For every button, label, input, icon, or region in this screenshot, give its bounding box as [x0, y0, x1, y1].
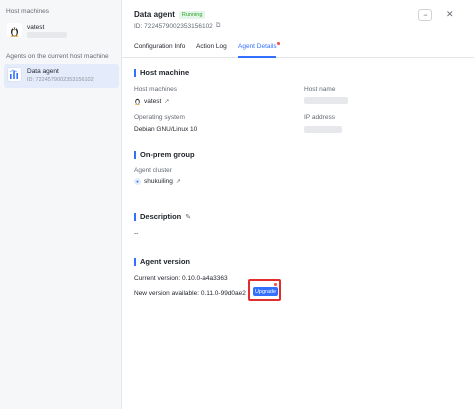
ip-value-blurred [304, 126, 342, 133]
host-name-label: Host name [304, 86, 336, 93]
tab-notification-dot [277, 42, 280, 45]
sidebar-item-agent-name: Data agent [27, 68, 59, 75]
agent-detail-panel: Data agent Running ID: 72245790023531561… [122, 0, 474, 409]
page-title-row: Data agent Running [134, 10, 206, 19]
host-machines-label: Host machines [134, 86, 177, 93]
external-link-icon[interactable]: ↗ [164, 98, 169, 105]
sidebar-item-host-name: vatest [27, 24, 45, 31]
os-label: Operating system [134, 114, 185, 121]
section-marker [134, 68, 136, 77]
section-marker [134, 212, 136, 221]
close-icon[interactable]: ✕ [446, 9, 454, 20]
copy-icon[interactable]: ⧉ [216, 22, 221, 30]
tab-bar: Configuration Info Action Log Agent Deta… [122, 40, 474, 58]
upgrade-button[interactable]: Upgrade [253, 287, 278, 296]
description-section-title: Description ✎ [134, 212, 191, 221]
tab-action-log[interactable]: Action Log [196, 43, 227, 50]
agent-id: ID: 7224579002353156102 [134, 22, 213, 30]
external-link-icon[interactable]: ↗ [176, 178, 181, 185]
upgrade-highlight: Upgrade [248, 279, 281, 301]
sidebar: Host machines vatest Agents on the curre… [0, 0, 122, 409]
active-tab-indicator [238, 56, 276, 58]
linux-icon [7, 23, 22, 38]
description-title-text: Description [140, 212, 182, 221]
sidebar-item-host-text: vatest [27, 23, 67, 42]
new-version: New version available: 0.11.0-99d0ae2 [134, 290, 246, 297]
current-version: Current version: 0.10.0-a4a3363 [134, 275, 228, 282]
onprem-title-text: On-prem group [140, 150, 195, 159]
app-root: Host machines vatest Agents on the curre… [0, 0, 474, 409]
host-machines-section-title: Host machines [6, 8, 49, 15]
edit-icon[interactable]: ✎ [185, 213, 191, 221]
cluster-icon: ● [134, 178, 141, 185]
agent-version-title-text: Agent version [140, 257, 191, 266]
agent-cluster-label: Agent cluster [134, 167, 172, 174]
sidebar-item-agent-id: ID: 7224579002353156102 [27, 77, 94, 83]
agent-id-row: ID: 7224579002353156102 ⧉ [134, 22, 220, 30]
linux-icon [135, 98, 140, 105]
agent-version-section-title: Agent version [134, 257, 190, 266]
os-value: Debian GNU/Linux 10 [134, 126, 198, 133]
section-marker [134, 257, 136, 266]
ip-label: IP address [304, 114, 335, 121]
agents-section-title: Agents on the current host machine [6, 53, 109, 60]
host-name-value-blurred [304, 97, 348, 104]
section-marker [134, 150, 136, 159]
agent-cluster-value-row: ● shukuiling ↗ [134, 178, 181, 185]
tab-agent-details[interactable]: Agent Details [238, 43, 277, 50]
more-button[interactable]: ··· [418, 9, 432, 21]
sidebar-item-host[interactable]: vatest [4, 20, 119, 45]
host-machines-value-row: vatest ↗ [134, 97, 169, 105]
upgrade-notification-dot [274, 283, 277, 286]
agent-icon [7, 67, 22, 82]
onprem-section-title: On-prem group [134, 150, 195, 159]
host-machine-section-title: Host machine [134, 68, 189, 77]
host-machine-title-text: Host machine [140, 68, 190, 77]
page-title: Data agent [134, 10, 175, 19]
tab-configuration-info[interactable]: Configuration Info [134, 43, 185, 50]
description-value: -- [134, 230, 139, 237]
sidebar-item-host-blurred [27, 32, 67, 42]
status-badge: Running [178, 10, 206, 19]
agent-cluster-value[interactable]: shukuiling [144, 178, 173, 185]
host-machines-value[interactable]: vatest [144, 98, 161, 105]
sidebar-item-agent[interactable]: Data agent ID: 7224579002353156102 [4, 64, 119, 88]
sidebar-item-agent-text: Data agent ID: 7224579002353156102 [27, 67, 94, 85]
